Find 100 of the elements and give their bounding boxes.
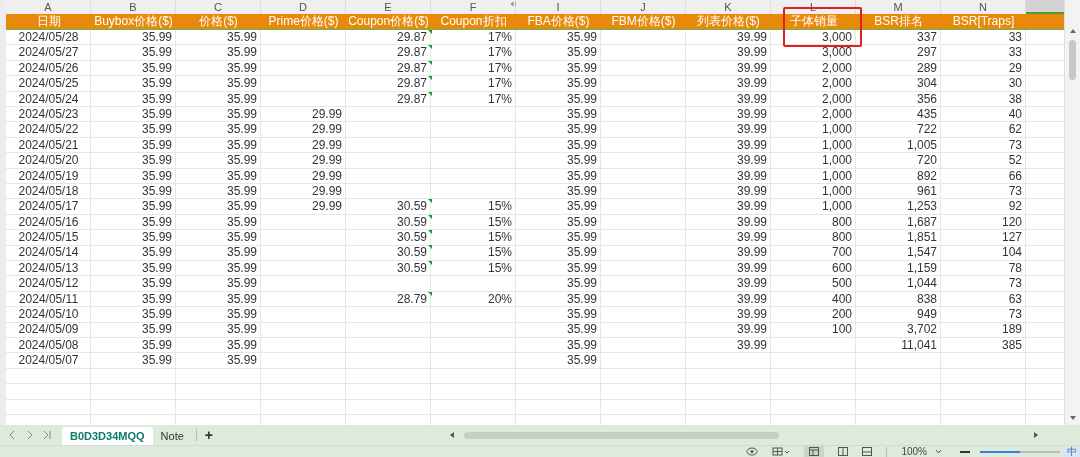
date-cell: 2024/05/28 bbox=[18, 30, 79, 44]
table-cell: 30.59 bbox=[396, 230, 427, 245]
table-cell: 29.87 bbox=[396, 60, 427, 75]
column-header: 日期 bbox=[35, 14, 62, 29]
hidden-columns-icon[interactable] bbox=[510, 1, 519, 7]
date-cell: 2024/05/26 bbox=[18, 60, 79, 75]
eye-icon[interactable] bbox=[746, 447, 759, 456]
table-cell: 39.99 bbox=[736, 153, 767, 168]
table-cell: 35.99 bbox=[226, 291, 257, 306]
table-cell: 35.99 bbox=[566, 30, 597, 44]
layout-dropdown-icon[interactable] bbox=[772, 447, 791, 456]
table-cell: 2,000 bbox=[821, 60, 852, 75]
table-cell: 3,000 bbox=[821, 30, 852, 44]
sheet-tab[interactable]: B0D3D34MQQ bbox=[62, 427, 153, 445]
zoom-level[interactable]: 100% bbox=[901, 446, 927, 457]
scroll-left-icon[interactable] bbox=[448, 431, 456, 439]
table-cell: 52 bbox=[1008, 153, 1022, 168]
normal-view-button[interactable] bbox=[804, 445, 825, 457]
column-letter[interactable]: J bbox=[601, 0, 686, 14]
table-cell: 28.79 bbox=[396, 291, 427, 306]
scrollbar-thumb[interactable] bbox=[1069, 40, 1076, 80]
table-cell: 35.99 bbox=[226, 183, 257, 198]
column-letter[interactable]: K bbox=[686, 0, 771, 14]
add-sheet-button[interactable]: + bbox=[200, 424, 217, 446]
table-cell: 35.99 bbox=[566, 137, 597, 152]
table-cell: 35.99 bbox=[566, 45, 597, 60]
table-cell: 189 bbox=[1001, 322, 1022, 337]
next-sheet-icon[interactable] bbox=[26, 430, 34, 440]
scroll-right-icon[interactable] bbox=[1032, 431, 1040, 439]
table-cell: 39.99 bbox=[736, 30, 767, 44]
table-cell: 435 bbox=[916, 106, 937, 121]
table-cell: 35.99 bbox=[141, 230, 172, 245]
column-letter[interactable]: M bbox=[856, 0, 941, 14]
table-cell: 78 bbox=[1008, 260, 1022, 275]
table-cell: 35.99 bbox=[226, 337, 257, 352]
table-cell: 39.99 bbox=[736, 245, 767, 260]
table-cell: 35.99 bbox=[141, 199, 172, 214]
table-cell: 29.87 bbox=[396, 45, 427, 60]
table-cell: 892 bbox=[916, 168, 937, 183]
table-cell: 35.99 bbox=[566, 276, 597, 291]
table-cell: 29.99 bbox=[311, 106, 342, 121]
table-cell: 40 bbox=[1008, 106, 1022, 121]
date-cell: 2024/05/07 bbox=[18, 353, 79, 368]
table-cell: 35.99 bbox=[226, 60, 257, 75]
table-cell: 73 bbox=[1008, 183, 1022, 198]
column-header: Buybox价格($) bbox=[93, 14, 174, 29]
table-cell: 29.99 bbox=[311, 183, 342, 198]
column-letter[interactable]: F bbox=[431, 0, 516, 14]
page-layout-icon[interactable] bbox=[838, 447, 849, 456]
table-cell: 66 bbox=[1008, 168, 1022, 183]
table-cell: 63 bbox=[1008, 291, 1022, 306]
table-cell: 1,000 bbox=[821, 183, 852, 198]
column-letter[interactable]: A bbox=[6, 0, 91, 14]
table-cell: 29.99 bbox=[311, 153, 342, 168]
date-cell: 2024/05/20 bbox=[18, 153, 79, 168]
table-cell: 35.99 bbox=[566, 122, 597, 137]
column-letter[interactable]: C bbox=[176, 0, 261, 14]
table-cell: 35.99 bbox=[566, 91, 597, 106]
table-cell: 722 bbox=[916, 122, 937, 137]
table-cell: 33 bbox=[1008, 30, 1022, 44]
table-cell: 39.99 bbox=[736, 76, 767, 91]
first-sheet-icon[interactable] bbox=[8, 430, 16, 440]
table-cell: 35.99 bbox=[566, 245, 597, 260]
table-cell: 35.99 bbox=[566, 168, 597, 183]
zoom-slider[interactable] bbox=[980, 450, 1060, 453]
page-break-icon[interactable] bbox=[862, 447, 873, 456]
table-cell: 838 bbox=[916, 291, 937, 306]
column-letter[interactable]: I bbox=[516, 0, 601, 14]
table-cell: 35.99 bbox=[226, 45, 257, 60]
table-cell: 35.99 bbox=[141, 76, 172, 91]
column-header: 列表价格($) bbox=[696, 14, 761, 29]
column-letter[interactable]: N bbox=[941, 0, 1026, 14]
table-cell: 92 bbox=[1008, 199, 1022, 214]
horizontal-scrollbar-thumb[interactable] bbox=[464, 431, 779, 439]
table-cell: 35.99 bbox=[226, 153, 257, 168]
caret-icon[interactable] bbox=[935, 449, 942, 454]
table-cell: 39.99 bbox=[736, 199, 767, 214]
table-cell: 29.87 bbox=[396, 30, 427, 44]
table-cell: 17% bbox=[487, 76, 512, 91]
scroll-up-icon[interactable] bbox=[1068, 28, 1077, 34]
table-cell: 39.99 bbox=[736, 122, 767, 137]
input-method-indicator[interactable]: 中 bbox=[1064, 446, 1080, 457]
table-cell: 11,041 bbox=[901, 337, 937, 352]
table-cell: 35.99 bbox=[141, 30, 172, 44]
date-cell: 2024/05/11 bbox=[18, 291, 79, 306]
table-cell: 1,000 bbox=[821, 153, 852, 168]
column-letter[interactable]: B bbox=[91, 0, 176, 14]
grid-view-icon bbox=[809, 447, 820, 456]
table-cell: 73 bbox=[1008, 137, 1022, 152]
column-letter[interactable]: E bbox=[346, 0, 431, 14]
zoom-out-button[interactable] bbox=[960, 450, 970, 453]
last-sheet-icon[interactable] bbox=[42, 430, 52, 440]
table-cell: 20% bbox=[487, 291, 512, 306]
table-cell: 35.99 bbox=[566, 183, 597, 198]
sheet-tab[interactable]: Note bbox=[152, 427, 192, 445]
column-letter[interactable]: D bbox=[261, 0, 346, 14]
date-cell: 2024/05/23 bbox=[18, 106, 79, 121]
table-cell: 1,000 bbox=[821, 137, 852, 152]
scroll-down-icon[interactable] bbox=[1068, 415, 1077, 421]
vertical-scrollbar[interactable] bbox=[1064, 0, 1080, 425]
